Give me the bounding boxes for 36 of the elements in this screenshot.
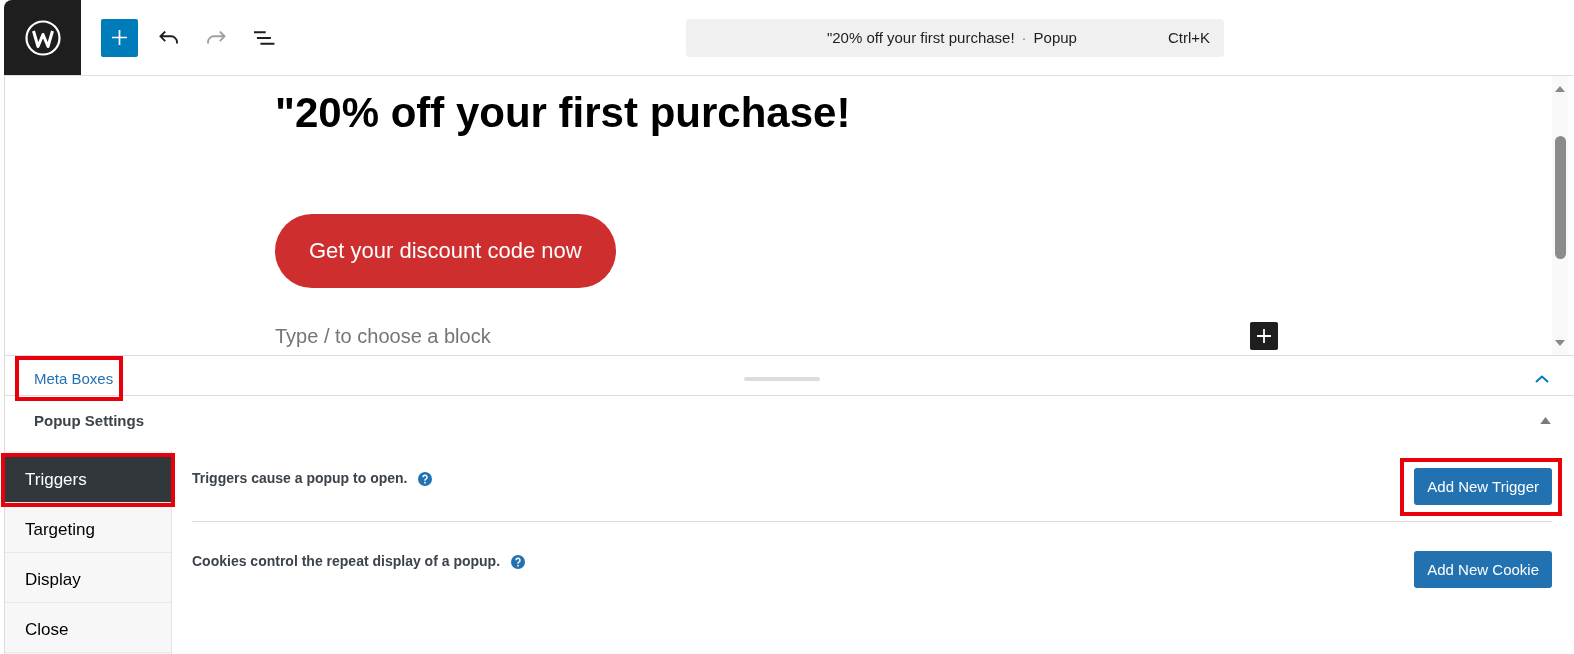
title-separator: · bbox=[1021, 29, 1027, 46]
description-text: Cookies control the repeat display of a popup. bbox=[192, 553, 501, 570]
help-icon[interactable] bbox=[511, 554, 526, 569]
document-title: "20% off your first purchase! bbox=[826, 29, 1015, 46]
description-text: Triggers cause a popup to open. bbox=[192, 470, 408, 487]
block-placeholder[interactable]: Type / to choose a block bbox=[275, 324, 491, 348]
redo-icon bbox=[206, 31, 226, 44]
chevron-up-icon[interactable] bbox=[1535, 374, 1549, 383]
logo-button[interactable] bbox=[4, 0, 81, 75]
scrollbar-thumb[interactable] bbox=[1554, 136, 1566, 259]
logo-icon bbox=[24, 19, 61, 56]
meta-boxes-link[interactable]: Meta Boxes bbox=[34, 370, 114, 387]
shortcut-hint: Ctrl+K bbox=[1167, 29, 1210, 46]
plus-icon bbox=[1257, 329, 1271, 343]
add-button[interactable]: Add New Trigger bbox=[1414, 468, 1552, 505]
help-icon[interactable] bbox=[418, 471, 433, 486]
tab[interactable]: Close bbox=[5, 607, 171, 653]
block-inserter-button[interactable] bbox=[1250, 322, 1278, 350]
scrollbar-track[interactable] bbox=[1552, 76, 1568, 355]
tab[interactable]: Display bbox=[5, 557, 171, 603]
panel-title: Popup Settings bbox=[34, 412, 144, 429]
add-block-button[interactable] bbox=[101, 18, 138, 57]
tab[interactable]: Targeting bbox=[5, 507, 171, 553]
discount-code-button[interactable]: Get your discount code now bbox=[275, 214, 616, 288]
post-type-label: Popup bbox=[1033, 29, 1077, 46]
triangle-up-icon[interactable] bbox=[1540, 417, 1551, 424]
add-button[interactable]: Add New Cookie bbox=[1414, 551, 1552, 588]
resize-handle[interactable] bbox=[744, 376, 820, 381]
plus-icon bbox=[112, 30, 127, 45]
scroll-down-icon[interactable] bbox=[1555, 340, 1565, 346]
list-view-icon bbox=[253, 30, 275, 45]
undo-icon bbox=[158, 31, 178, 44]
scroll-up-icon[interactable] bbox=[1555, 86, 1565, 92]
popup-heading: "20% off your first purchase! bbox=[275, 88, 851, 138]
command-bar[interactable]: "20% off your first purchase! · Popup Ctrl+K bbox=[686, 18, 1224, 57]
tab[interactable]: Triggers bbox=[5, 457, 171, 503]
